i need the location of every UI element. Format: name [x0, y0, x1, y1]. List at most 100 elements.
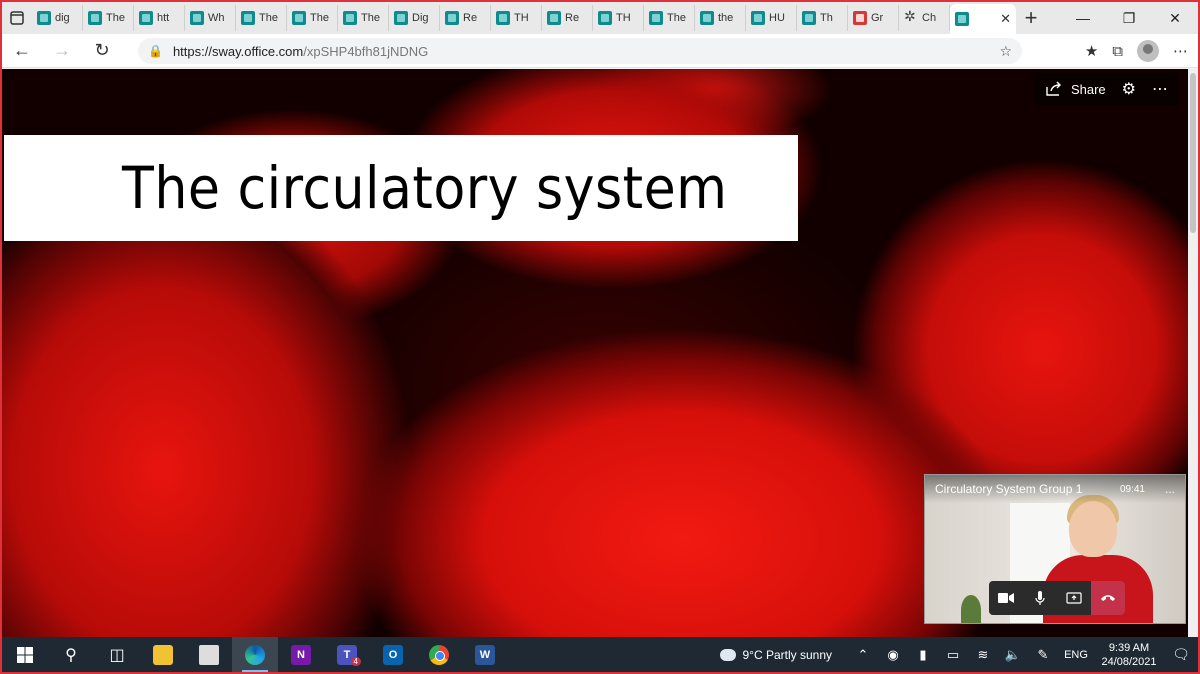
sway-favicon-icon: [445, 11, 459, 25]
browser-tab[interactable]: dig: [32, 5, 83, 31]
gear-icon[interactable]: ⚙: [1122, 79, 1136, 99]
more-options-icon[interactable]: ⋯: [1152, 79, 1168, 99]
search-button[interactable]: ⚲: [48, 637, 94, 672]
browser-tab[interactable]: Dig: [389, 5, 440, 31]
browser-tab[interactable]: HU: [746, 5, 797, 31]
browser-tab[interactable]: Wh: [185, 5, 236, 31]
forward-arrow-icon: →: [53, 40, 71, 60]
screen-frame: dig The htt Wh The The The Dig Re TH Re TH The the HU T…: [0, 0, 1200, 674]
word-icon: W: [475, 644, 495, 665]
tab-label: Dig: [412, 12, 429, 24]
volume-icon[interactable]: 🔈: [998, 647, 1028, 663]
browser-tab[interactable]: the: [695, 5, 746, 31]
word-button[interactable]: W: [462, 637, 508, 672]
tab-label: Wh: [208, 12, 225, 24]
teams-meeting-window[interactable]: Circulatory System Group 1 09:41 ...: [924, 474, 1186, 624]
refresh-button[interactable]: ↻: [82, 34, 122, 68]
tab-label: Ch: [922, 12, 937, 24]
notifications-icon[interactable]: 🗨: [1164, 646, 1198, 663]
language-indicator[interactable]: ENG: [1058, 649, 1094, 661]
lock-icon: 🔒: [148, 44, 163, 58]
settings-more-icon[interactable]: ⋯: [1173, 42, 1188, 60]
page-scrollbar[interactable]: [1188, 69, 1198, 637]
browser-tab[interactable]: Re: [440, 5, 491, 31]
task-view-button[interactable]: ◫: [94, 637, 140, 672]
clock-time: 9:39 AM: [1108, 641, 1150, 654]
battery-icon[interactable]: ▭: [938, 647, 968, 663]
sway-favicon-icon: [802, 11, 816, 25]
browser-tab[interactable]: htt: [134, 5, 185, 31]
sway-favicon-icon: [547, 11, 561, 25]
browser-tab[interactable]: Re: [542, 5, 593, 31]
restore-button[interactable]: ❐: [1106, 2, 1152, 34]
tab-actions-icon: [10, 11, 24, 25]
browser-tab[interactable]: Gr: [848, 5, 899, 31]
usb-icon[interactable]: ▮: [908, 647, 938, 663]
minimize-button[interactable]: —: [1060, 2, 1106, 34]
show-hidden-icons-icon[interactable]: ⌃: [848, 647, 878, 663]
browser-tab[interactable]: The: [83, 5, 134, 31]
store-bag-icon: [199, 644, 219, 665]
address-bar[interactable]: 🔒 https://sway.office.com/xpSHP4bfh81jND…: [138, 38, 1022, 64]
back-button[interactable]: ←: [2, 34, 42, 68]
sway-toolbar: Share ⚙ ⋯: [1034, 73, 1178, 105]
browser-tab[interactable]: The: [236, 5, 287, 31]
new-tab-button[interactable]: +: [1016, 5, 1046, 31]
share-screen-button[interactable]: [1057, 581, 1091, 615]
scrollbar-thumb[interactable]: [1190, 73, 1196, 233]
profile-avatar[interactable]: [1137, 40, 1159, 62]
tab-list: dig The htt Wh The The The Dig Re TH Re TH The the HU T…: [32, 2, 950, 34]
camera-button[interactable]: [989, 581, 1023, 615]
browser-tab[interactable]: The: [287, 5, 338, 31]
tab-active[interactable]: ✕: [950, 4, 1016, 34]
browser-tab[interactable]: The: [338, 5, 389, 31]
clock[interactable]: 9:39 AM 24/08/2021: [1094, 641, 1164, 669]
edge-icon: [245, 644, 265, 665]
sway-favicon-icon: [700, 11, 714, 25]
browser-toolbar: ← → ↻ 🔒 https://sway.office.com/xpSHP4bf…: [2, 34, 1198, 68]
pen-icon[interactable]: ✎: [1028, 647, 1058, 663]
collections-icon[interactable]: ⧉: [1112, 43, 1123, 60]
share-button[interactable]: Share: [1045, 81, 1106, 97]
edge-taskbar-button[interactable]: [232, 637, 278, 672]
start-button[interactable]: [2, 637, 48, 672]
browser-tab[interactable]: The: [644, 5, 695, 31]
weather-widget[interactable]: 9°C Partly sunny: [717, 644, 832, 662]
meeting-more-icon[interactable]: ...: [1165, 482, 1175, 496]
network-icon[interactable]: ≋: [968, 647, 998, 663]
tab-label: The: [667, 12, 686, 24]
tab-label: The: [106, 12, 125, 24]
tab-actions-button[interactable]: [2, 2, 32, 34]
browser-tab[interactable]: TH: [593, 5, 644, 31]
hang-up-button[interactable]: [1091, 581, 1125, 615]
toolbar-right: ★ ⧉ ⋯: [1085, 34, 1188, 68]
tab-label: HU: [769, 12, 785, 24]
sway-favicon-icon: [241, 11, 255, 25]
sway-favicon-icon: [955, 12, 969, 26]
sway-favicon-icon: [649, 11, 663, 25]
folder-icon: [153, 644, 173, 665]
close-tab-icon[interactable]: ✕: [1000, 11, 1011, 27]
system-tray: 9°C Partly sunny ⌃ ◉ ▮ ▭ ≋ 🔈 ✎ ENG 9:39 …: [717, 637, 1198, 672]
sway-favicon-icon: [190, 11, 204, 25]
browser-tab[interactable]: Th: [797, 5, 848, 31]
teams-button[interactable]: T4: [324, 637, 370, 672]
browser-tab[interactable]: Ch: [899, 5, 950, 31]
url-text: https://sway.office.com/xpSHP4bfh81jNDNG: [173, 44, 428, 59]
outlook-button[interactable]: O: [370, 637, 416, 672]
chrome-button[interactable]: [416, 637, 462, 672]
tab-label: The: [310, 12, 329, 24]
store-button[interactable]: [186, 637, 232, 672]
share-screen-icon: [1066, 592, 1082, 604]
onenote-button[interactable]: N: [278, 637, 324, 672]
add-favorite-icon[interactable]: ☆: [999, 43, 1012, 60]
microphone-button[interactable]: [1023, 581, 1057, 615]
tab-label: TH: [616, 12, 631, 24]
file-explorer-button[interactable]: [140, 637, 186, 672]
forward-button[interactable]: →: [42, 34, 82, 68]
favorites-icon[interactable]: ★: [1085, 42, 1098, 60]
close-window-button[interactable]: ✕: [1152, 2, 1198, 34]
browser-tab-strip: dig The htt Wh The The The Dig Re TH Re TH The the HU T…: [2, 2, 1198, 34]
browser-tab[interactable]: TH: [491, 5, 542, 31]
app-tray-icon[interactable]: ◉: [878, 647, 908, 663]
